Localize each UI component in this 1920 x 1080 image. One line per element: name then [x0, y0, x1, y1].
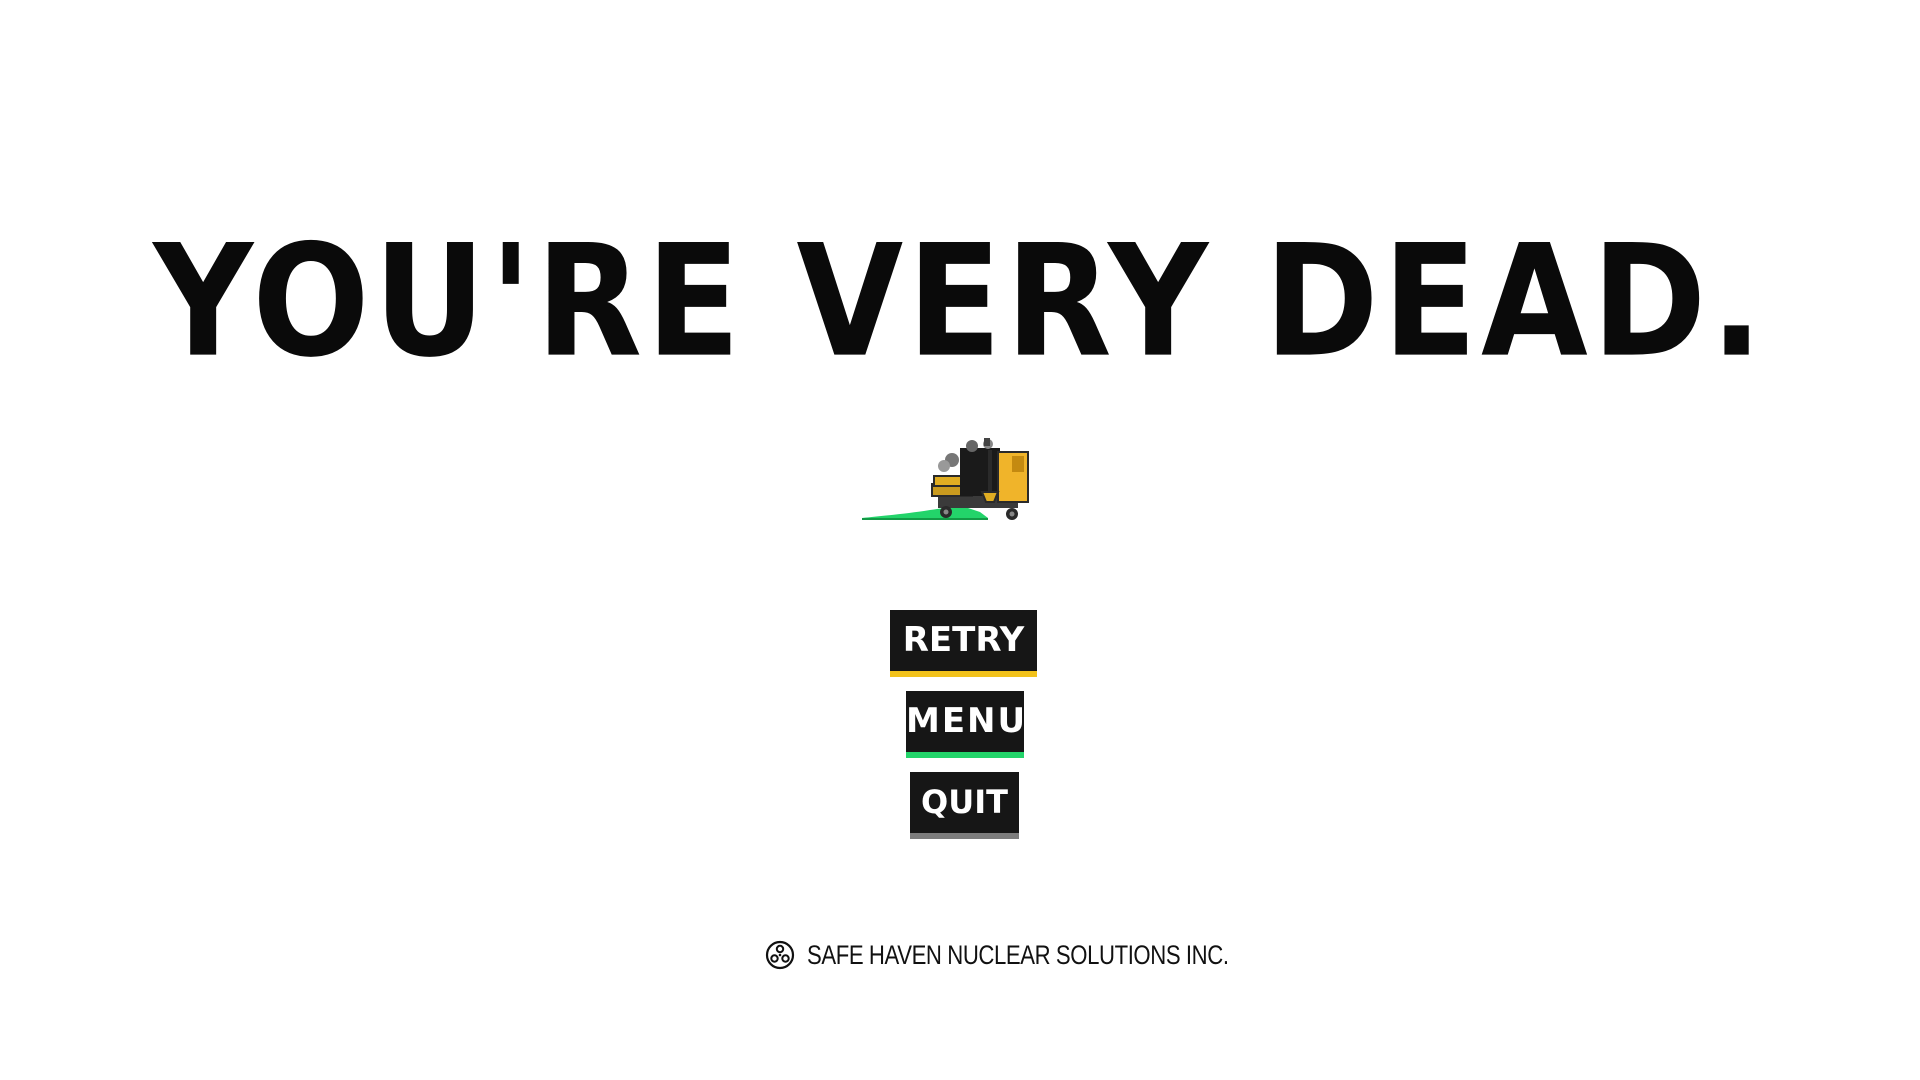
footer-brand: SAFE HAVEN NUCLEAR SOLUTIONS INC.: [765, 938, 1321, 972]
company-name: SAFE HAVEN NUCLEAR SOLUTIONS INC.: [807, 939, 1229, 970]
retry-button-label: RETRY: [902, 620, 1025, 660]
janitor-cart-sprite: [860, 436, 1035, 524]
game-over-title: YOU'RE VERY DEAD.: [153, 211, 1767, 392]
nuclear-logo-icon: [765, 940, 795, 970]
menu-button-label: MENU: [906, 701, 1028, 741]
game-over-screen: YOU'RE VERY DEAD. RETRY MENU QUIT SAFE H…: [0, 0, 1920, 1080]
quit-button-label: QUIT: [921, 783, 1008, 821]
quit-button[interactable]: QUIT: [910, 772, 1019, 839]
menu-button[interactable]: MENU: [906, 691, 1028, 758]
retry-button[interactable]: RETRY: [890, 610, 1037, 677]
